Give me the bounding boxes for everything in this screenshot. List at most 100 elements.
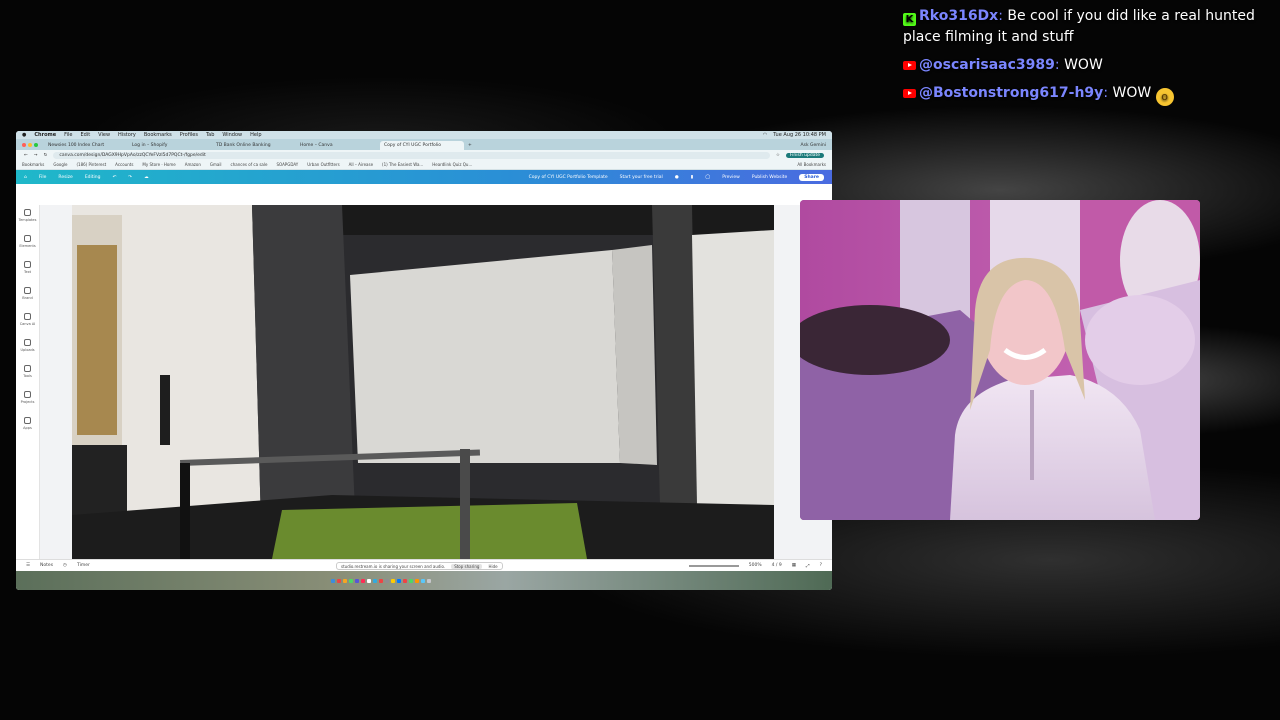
bookmark[interactable]: Urban Outfitters [307,162,339,167]
menu-item[interactable]: Profiles [180,132,198,138]
help-icon[interactable]: ? [820,563,822,568]
app-icon[interactable] [421,579,425,583]
notes-icon[interactable]: ☰ [26,563,30,568]
app-icon[interactable] [361,579,365,583]
app-icon[interactable] [397,579,401,583]
app-icon[interactable] [337,579,341,583]
page-counter[interactable]: 4 / 9 [772,563,782,568]
resize-button[interactable]: Resize [58,175,72,180]
app-icon[interactable] [367,579,371,583]
close-window-icon[interactable] [22,143,26,147]
ask-gemini-button[interactable]: Ask Gemini [801,143,826,148]
maximize-window-icon[interactable] [34,143,38,147]
hide-button[interactable]: Hide [488,564,497,569]
app-icon[interactable] [355,579,359,583]
sidebar-item-elements[interactable]: Elements [16,231,39,257]
bookmark[interactable]: All – Airease [349,162,373,167]
bookmark[interactable]: Gmail [210,162,222,167]
home-icon[interactable]: ⌂ [24,175,27,180]
sidebar-item-uploads[interactable]: Uploads [16,335,39,361]
sidebar-item-brand[interactable]: Brand [16,283,39,309]
browser-tab[interactable]: Log in – Shopify [128,141,212,150]
editing-mode-button[interactable]: Editing [85,175,101,180]
undo-icon[interactable]: ↶ [113,175,117,180]
sidebar-item-projects[interactable]: Projects [16,387,39,413]
document-title[interactable]: Copy of CYI UGC Portfolio Template [529,175,608,180]
chat-message: @oscarisaac3989: WOW [903,55,1263,76]
all-bookmarks[interactable]: All Bookmarks [797,162,826,167]
timer-icon[interactable]: ◷ [63,563,67,568]
bookmark[interactable]: SOAPGDAY [276,162,298,167]
publish-website-button[interactable]: Publish Website [752,175,787,180]
share-button[interactable]: Share [799,173,824,181]
star-icon[interactable]: ☆ [776,153,780,158]
stop-sharing-button[interactable]: Stop sharing [451,563,483,569]
browser-tab[interactable]: Newsies 100 Index Chart [44,141,128,150]
bookmark[interactable]: (186) Pinterest [76,162,106,167]
design-canvas-photo[interactable] [72,205,774,559]
browser-tab-active[interactable]: Copy of CYI UGC Portfolio [380,141,464,150]
menu-item[interactable]: Bookmarks [144,132,172,138]
zoom-level[interactable]: 500% [749,563,762,568]
menu-item[interactable]: Tab [206,132,214,138]
app-icon[interactable] [409,579,413,583]
browser-tab[interactable]: TD Bank Online Banking [212,141,296,150]
free-trial-button[interactable]: Start your free trial [620,175,663,180]
app-icon[interactable] [403,579,407,583]
reload-icon[interactable]: ↻ [44,153,48,158]
grid-view-icon[interactable]: ▦ [792,563,796,568]
browser-tab[interactable]: Home – Canva [296,141,380,150]
app-icon[interactable] [379,579,383,583]
sidebar-item-tools[interactable]: Tools [16,361,39,387]
app-icon[interactable] [391,579,395,583]
app-icon[interactable] [415,579,419,583]
menu-item[interactable]: File [64,132,72,138]
notes-button[interactable]: Notes [40,563,53,568]
app-icon[interactable] [385,579,389,583]
timer-button[interactable]: Timer [77,563,90,568]
menu-item[interactable]: History [118,132,136,138]
app-icon[interactable] [349,579,353,583]
app-icon[interactable] [343,579,347,583]
new-tab-icon[interactable]: + [468,143,472,148]
forward-icon[interactable]: → [34,153,38,158]
fullscreen-icon[interactable]: ⤢ [806,563,810,569]
bookmark[interactable]: My Store · Home [142,162,175,167]
menu-item[interactable]: View [98,132,110,138]
bookmark[interactable]: Heardlink Quiz Qu... [432,162,472,167]
preview-button[interactable]: Preview [722,175,740,180]
analytics-icon[interactable]: ▮ [691,175,693,180]
sidebar-item-apps[interactable]: Apps [16,413,39,439]
zoom-slider[interactable] [688,564,739,567]
sidebar-item-templates[interactable]: Templates [16,205,39,231]
menu-item[interactable]: Chrome [34,132,56,138]
bookmark[interactable]: Bookmarks [22,162,44,167]
bookmark[interactable]: Google [53,162,67,167]
bookmark[interactable]: Accounts [115,162,133,167]
apple-icon[interactable]: ● [22,132,26,138]
file-menu[interactable]: File [39,175,47,180]
chat-username: @oscarisaac3989 [919,57,1055,73]
url-input[interactable]: canva.com/design/DAGX9HpVpAo/zzQCYeFVzl5… [53,151,770,159]
bookmark[interactable]: chances of ca sale [231,162,268,167]
wifi-icon[interactable]: ◠ [763,132,767,138]
minimize-window-icon[interactable] [28,143,32,147]
app-icon[interactable] [373,579,377,583]
sidebar-item-text[interactable]: Text [16,257,39,283]
finder-icon[interactable] [331,579,335,583]
dock [331,579,431,583]
menu-item[interactable]: Window [222,132,242,138]
trash-icon[interactable] [427,579,431,583]
sidebar-item-canva-ai[interactable]: Canva AI [16,309,39,335]
redo-icon[interactable]: ↷ [128,175,132,180]
bookmark[interactable]: (1) The Easiest Wa... [382,162,423,167]
menu-item[interactable]: Edit [80,132,90,138]
back-icon[interactable]: ← [24,153,28,158]
comment-icon[interactable]: ◯ [705,175,710,180]
clock[interactable]: Tue Aug 26 10:48 PM [773,132,826,138]
avatar[interactable]: ● [675,175,679,180]
brand-icon [24,287,31,294]
finish-update-button[interactable]: Finish update [785,152,824,158]
menu-item[interactable]: Help [250,132,261,138]
bookmark[interactable]: Amazon [185,162,201,167]
